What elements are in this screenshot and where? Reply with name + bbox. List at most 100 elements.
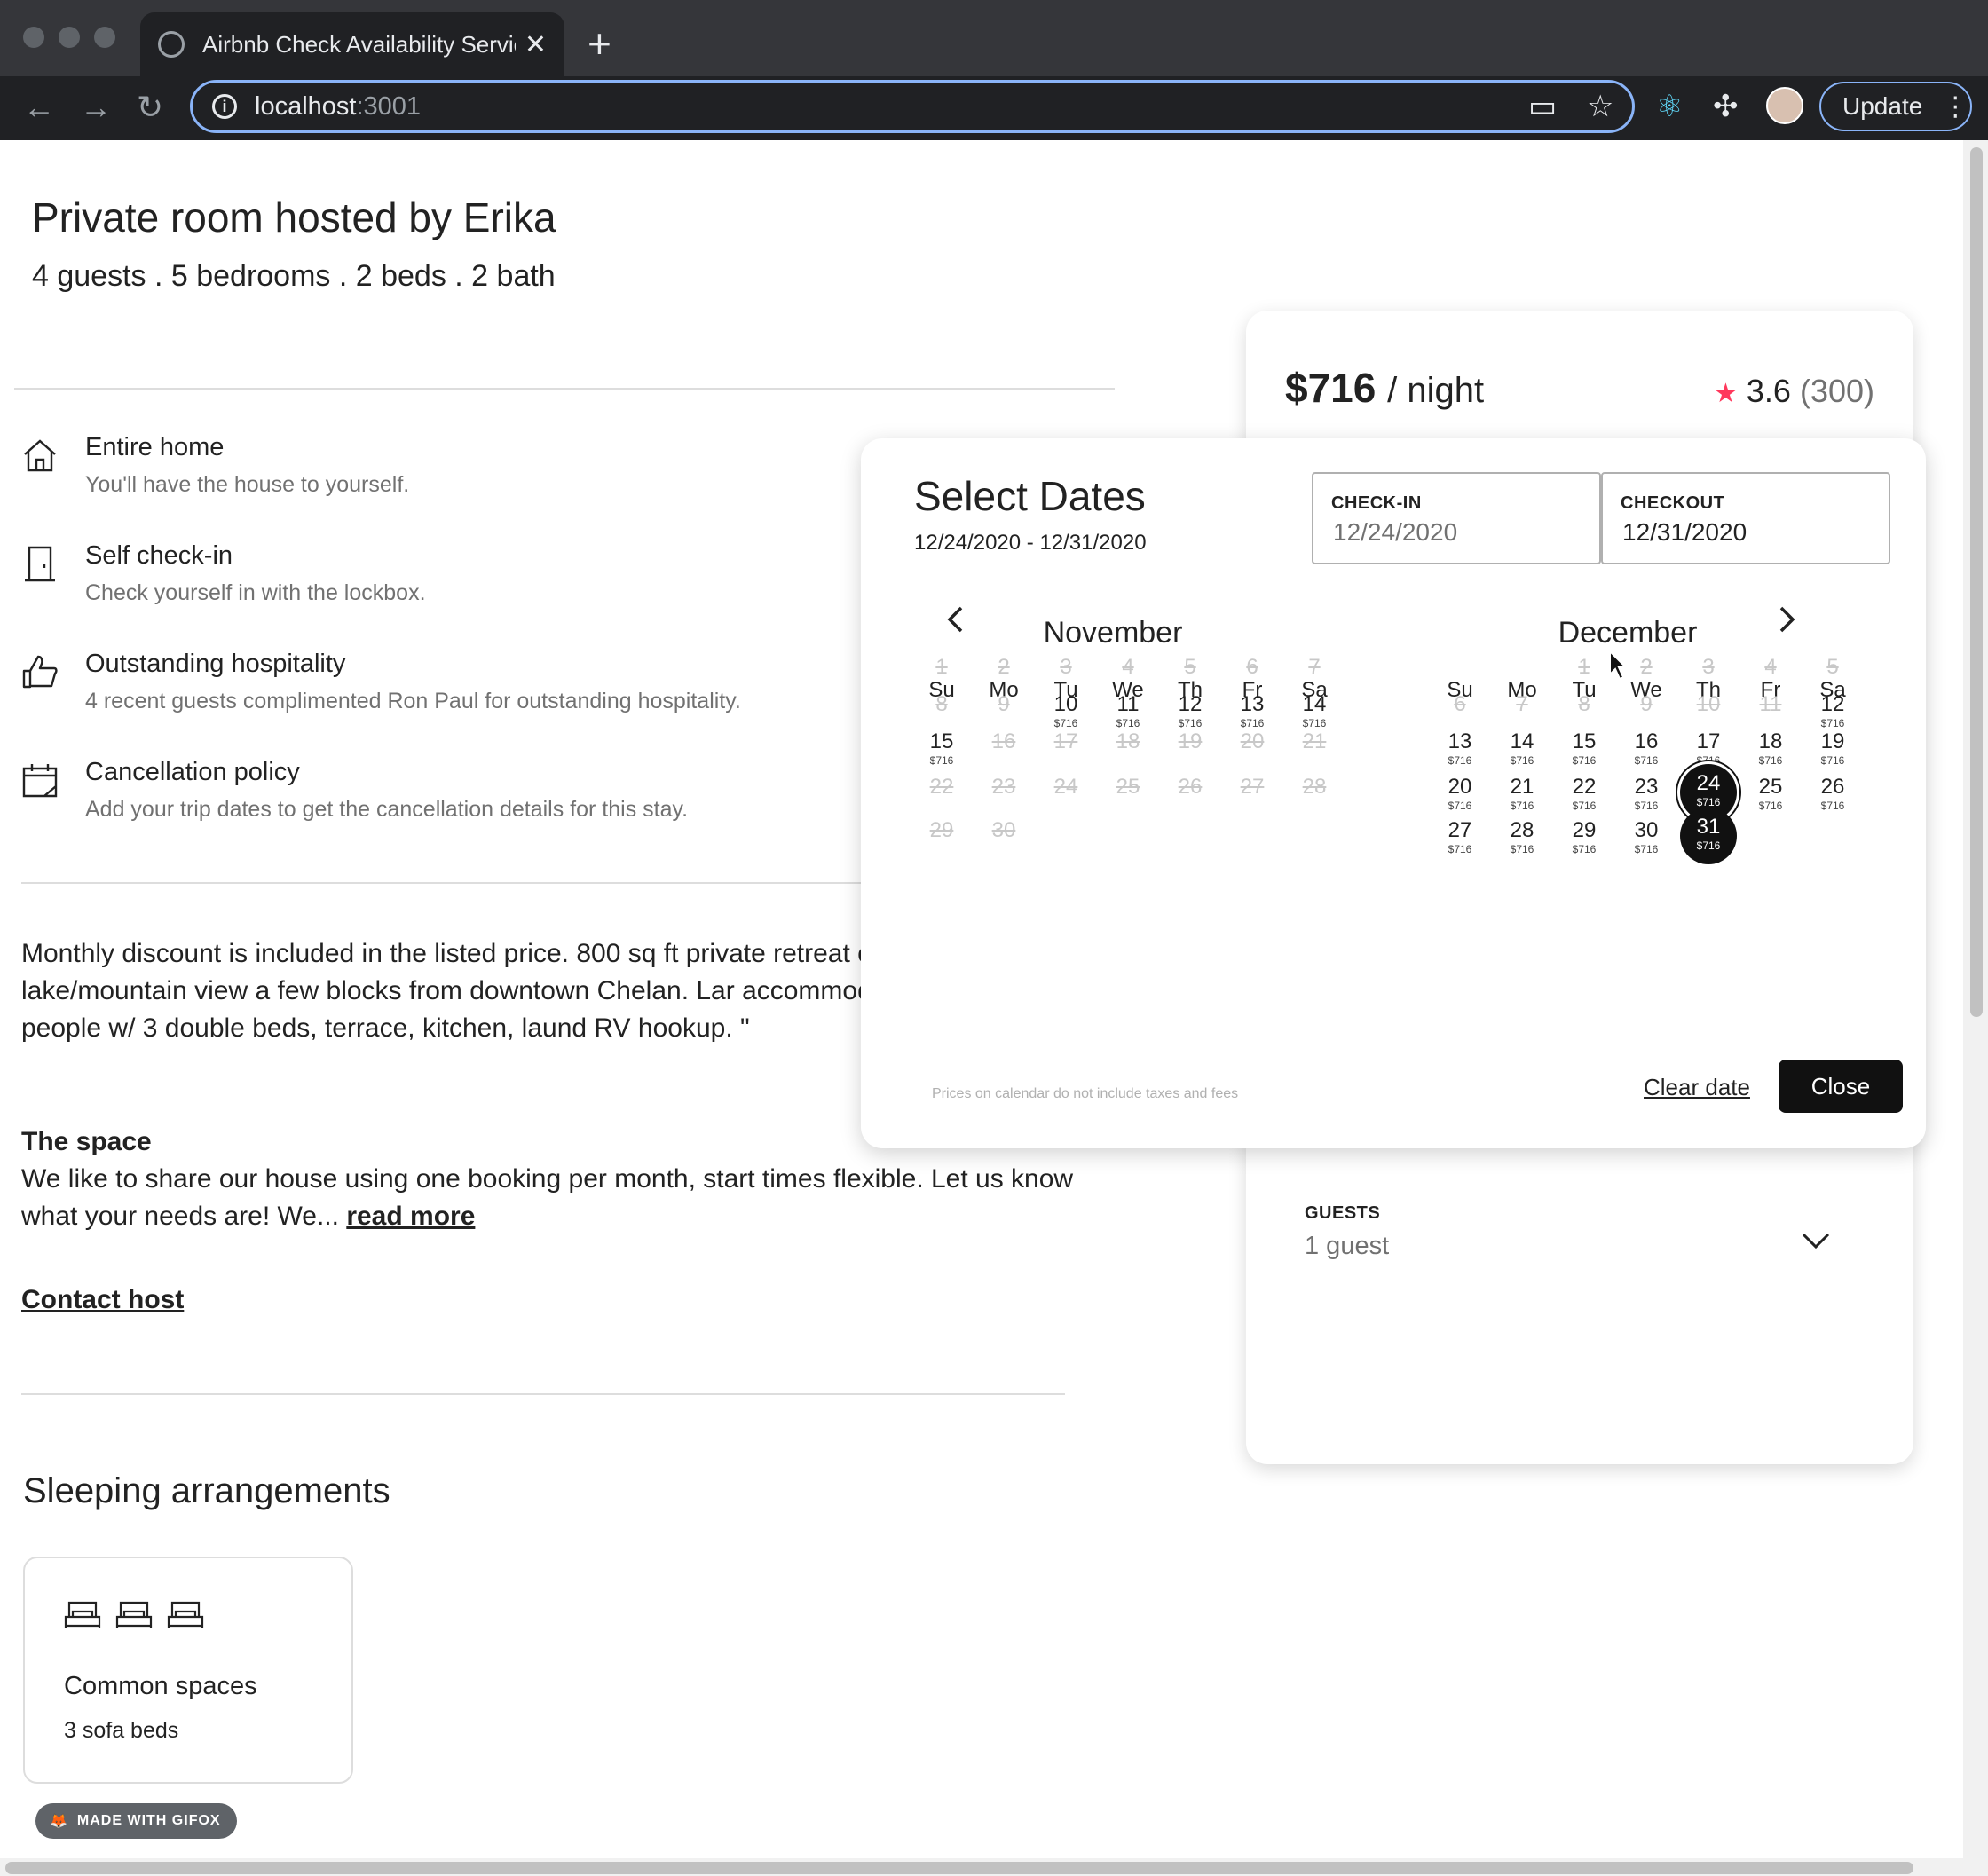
- day-number: 22: [929, 775, 954, 799]
- calendar-day-december-26[interactable]: 26 $716: [1802, 775, 1864, 828]
- day-price: $716: [1634, 800, 1659, 812]
- horizontal-scroll-thumb[interactable]: [5, 1862, 1913, 1874]
- clear-date-button[interactable]: Clear date: [1644, 1074, 1750, 1101]
- globe-icon: [158, 31, 185, 58]
- calendar-icon: [22, 764, 58, 798]
- url-host: localhost: [255, 91, 357, 121]
- profile-avatar[interactable]: [1766, 87, 1803, 124]
- update-button[interactable]: Update ⋮: [1819, 82, 1972, 131]
- bed-icon: [115, 1601, 153, 1628]
- checkout-field[interactable]: CHECKOUT 12/31/2020: [1601, 472, 1890, 564]
- day-number: 10: [1696, 692, 1721, 716]
- day-number: 18: [1758, 729, 1783, 753]
- read-more-link[interactable]: read more: [346, 1202, 475, 1231]
- site-info-icon[interactable]: i: [212, 94, 237, 119]
- sleeping-card-title: Common spaces: [64, 1672, 257, 1700]
- calendar-day-december-29[interactable]: 29 $716: [1553, 818, 1615, 871]
- day-number: 3: [1702, 655, 1715, 679]
- tab-close-icon[interactable]: ✕: [525, 29, 547, 60]
- day-number: 12: [1820, 692, 1845, 716]
- day-price: $716: [1820, 754, 1845, 767]
- day-number: 13: [1448, 729, 1472, 753]
- door-icon: [25, 546, 55, 582]
- gifox-label: MADE WITH GIFOX: [76, 1813, 221, 1828]
- day-price: $716: [1510, 843, 1534, 855]
- browser-tab[interactable]: Airbnb Check Availability Service ✕: [140, 12, 564, 76]
- day-number: 21: [1510, 775, 1534, 799]
- calendar-day-december-30[interactable]: 30 $716: [1615, 818, 1677, 871]
- amenity-desc: You'll have the house to yourself.: [85, 472, 410, 497]
- bookmark-star-icon[interactable]: ☆: [1587, 89, 1613, 124]
- fine-print: Prices on calendar do not include taxes …: [932, 1086, 1239, 1101]
- calendar-day-december-31[interactable]: 31 $716: [1680, 808, 1737, 864]
- amenity-title: Outstanding hospitality: [85, 650, 346, 678]
- extensions-puzzle-icon[interactable]: ✣: [1713, 89, 1739, 124]
- back-icon[interactable]: ←: [23, 89, 55, 126]
- day-number: 24: [1053, 775, 1078, 799]
- space-heading: The space: [21, 1127, 152, 1156]
- rating: ★ 3.6 (300): [1714, 373, 1874, 410]
- browser-menu-icon[interactable]: ⋮: [1942, 91, 1968, 122]
- url-port: :3001: [356, 91, 422, 121]
- guests-select[interactable]: 1 guest: [1305, 1232, 1389, 1261]
- forward-icon[interactable]: →: [80, 89, 112, 126]
- day-price: $716: [1820, 717, 1845, 729]
- checkin-field[interactable]: CHECK-IN 12/24/2020: [1312, 472, 1601, 564]
- day-number: 5: [1826, 655, 1839, 679]
- day-price: $716: [1758, 800, 1783, 812]
- day-number: 29: [929, 818, 954, 842]
- react-devtools-icon[interactable]: ⚛: [1656, 89, 1683, 124]
- calendar-day-december-28[interactable]: 28 $716: [1491, 818, 1553, 871]
- day-number: 25: [1758, 775, 1783, 799]
- day-number: 9: [998, 692, 1010, 716]
- calendar-day-december-25[interactable]: 25 $716: [1740, 775, 1802, 828]
- window-minimize-dot[interactable]: [59, 27, 80, 48]
- day-number: 28: [1302, 775, 1327, 799]
- amenity-title: Cancellation policy: [85, 758, 300, 786]
- calendar-day-november-27: 27: [1221, 775, 1283, 828]
- vertical-scroll-thumb[interactable]: [1970, 147, 1983, 1017]
- month-title-november: November: [1043, 616, 1183, 650]
- mouse-cursor-icon: [1609, 650, 1629, 681]
- day-number: 29: [1572, 818, 1597, 842]
- month-title-december: December: [1558, 616, 1698, 650]
- calendar-day-december-27[interactable]: 27 $716: [1429, 818, 1491, 871]
- calendar-day-november-26: 26: [1159, 775, 1221, 828]
- tab-title: Airbnb Check Availability Service: [202, 30, 516, 58]
- price-per-night: / night: [1387, 371, 1485, 410]
- cast-icon[interactable]: ▭: [1528, 89, 1557, 124]
- bed-icon: [64, 1601, 101, 1628]
- day-price: $716: [1572, 843, 1597, 855]
- day-number: 4: [1764, 655, 1777, 679]
- contact-host-link[interactable]: Contact host: [21, 1285, 184, 1315]
- star-icon: ★: [1713, 379, 1738, 408]
- sleeping-card: Common spaces 3 sofa beds: [23, 1557, 353, 1784]
- day-price: $716: [1572, 754, 1597, 767]
- day-number: 11: [1759, 692, 1782, 716]
- new-tab-button[interactable]: +: [588, 20, 611, 67]
- home-icon: [24, 439, 56, 472]
- day-number: 4: [1122, 655, 1134, 679]
- amenity-desc: Add your trip dates to get the cancellat…: [85, 797, 689, 822]
- review-count[interactable]: (300): [1800, 373, 1874, 409]
- day-number: 30: [991, 818, 1016, 842]
- day-number: 19: [1820, 729, 1845, 753]
- close-button[interactable]: Close: [1779, 1060, 1903, 1113]
- address-bar[interactable]: i localhost:3001: [190, 80, 1635, 133]
- calendar-day-november-30: 30: [973, 818, 1035, 871]
- guests-label: GUESTS: [1305, 1203, 1381, 1223]
- window-close-dot[interactable]: [23, 27, 44, 48]
- day-price: $716: [1572, 800, 1597, 812]
- chevron-down-icon[interactable]: [1800, 1225, 1832, 1257]
- day-number: 19: [1178, 729, 1203, 753]
- rating-value: 3.6: [1746, 373, 1791, 409]
- window-zoom-dot[interactable]: [94, 27, 115, 48]
- day-number: 24: [1696, 771, 1721, 795]
- day-number: 22: [1572, 775, 1597, 799]
- day-price: $716: [1448, 843, 1472, 855]
- day-number: 6: [1246, 655, 1258, 679]
- day-number: 16: [991, 729, 1016, 753]
- reload-icon[interactable]: ↻: [137, 89, 163, 126]
- day-number: 7: [1308, 655, 1321, 679]
- day-price: $716: [1510, 754, 1534, 767]
